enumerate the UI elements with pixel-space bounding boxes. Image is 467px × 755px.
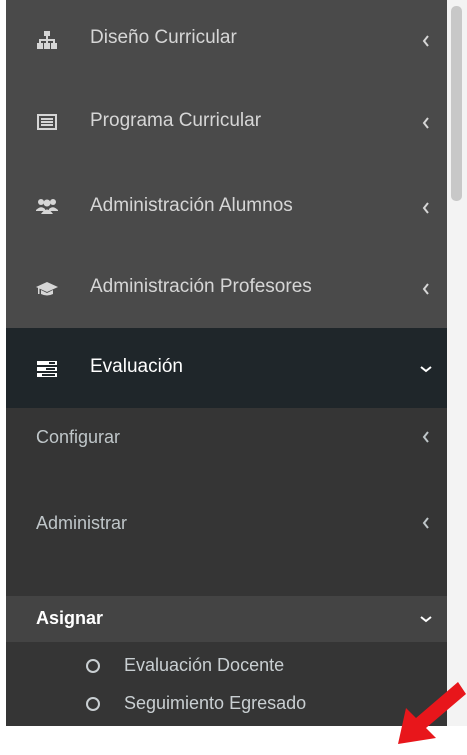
sidebar-item-evaluacion[interactable]: Evaluación	[6, 328, 447, 408]
submenu-item-asignar[interactable]: Asignar	[6, 596, 447, 642]
screen: Diseño Curricular Programa Curricular Ad…	[0, 0, 467, 755]
sidebar-item-label: Administración Alumnos	[90, 195, 293, 216]
sidebar-menu: Diseño Curricular Programa Curricular Ad…	[6, 0, 447, 726]
sidebar-item-diseno-curricular[interactable]: Diseño Curricular	[6, 0, 447, 80]
list-alt-icon	[36, 111, 58, 133]
menu-link-label: Evaluación Docente	[124, 655, 285, 675]
chevron-left-icon	[420, 517, 432, 529]
chevron-left-icon	[420, 202, 432, 214]
menu-link-label: Seguimiento Egresado	[124, 693, 307, 713]
red-arrow-icon	[398, 682, 466, 744]
sidebar-item-programa-curricular[interactable]: Programa Curricular	[6, 80, 447, 164]
menu-link-evaluacion-docente[interactable]: Evaluación Docente	[6, 648, 447, 684]
users-icon	[36, 195, 58, 217]
chevron-down-icon	[420, 613, 432, 625]
submenu-item-administrar[interactable]: Administrar	[6, 466, 447, 584]
sidebar-item-label: Administración Profesores	[90, 276, 312, 297]
submenu-item-label: Configurar	[36, 427, 121, 447]
sidebar-item-label: Evaluación	[90, 356, 183, 377]
sidebar-item-administracion-profesores[interactable]: Administración Profesores	[6, 248, 447, 328]
circle-outline-icon	[86, 659, 100, 673]
submenu-item-label: Administrar	[36, 513, 128, 533]
sidebar-item-administracion-alumnos[interactable]: Administración Alumnos	[6, 164, 447, 248]
sidebar-item-label: Programa Curricular	[90, 110, 262, 131]
graduation-cap-icon	[36, 278, 58, 300]
scrollbar-thumb[interactable]	[451, 6, 462, 201]
sidebar-item-label: Diseño Curricular	[90, 27, 237, 48]
menu-link-seguimiento-egresado[interactable]: Seguimiento Egresado	[6, 686, 447, 722]
submenu-item-configurar[interactable]: Configurar	[6, 408, 447, 466]
submenu-item-label: Asignar	[36, 608, 104, 628]
chevron-left-icon	[420, 283, 432, 295]
circle-outline-icon	[86, 697, 100, 711]
chevron-down-icon	[420, 363, 432, 375]
sitemap-icon	[36, 29, 58, 51]
scrollbar[interactable]	[447, 0, 467, 726]
chevron-left-icon	[420, 117, 432, 129]
tasks-icon	[36, 358, 58, 380]
chevron-left-icon	[420, 35, 432, 47]
chevron-left-icon	[420, 431, 432, 443]
